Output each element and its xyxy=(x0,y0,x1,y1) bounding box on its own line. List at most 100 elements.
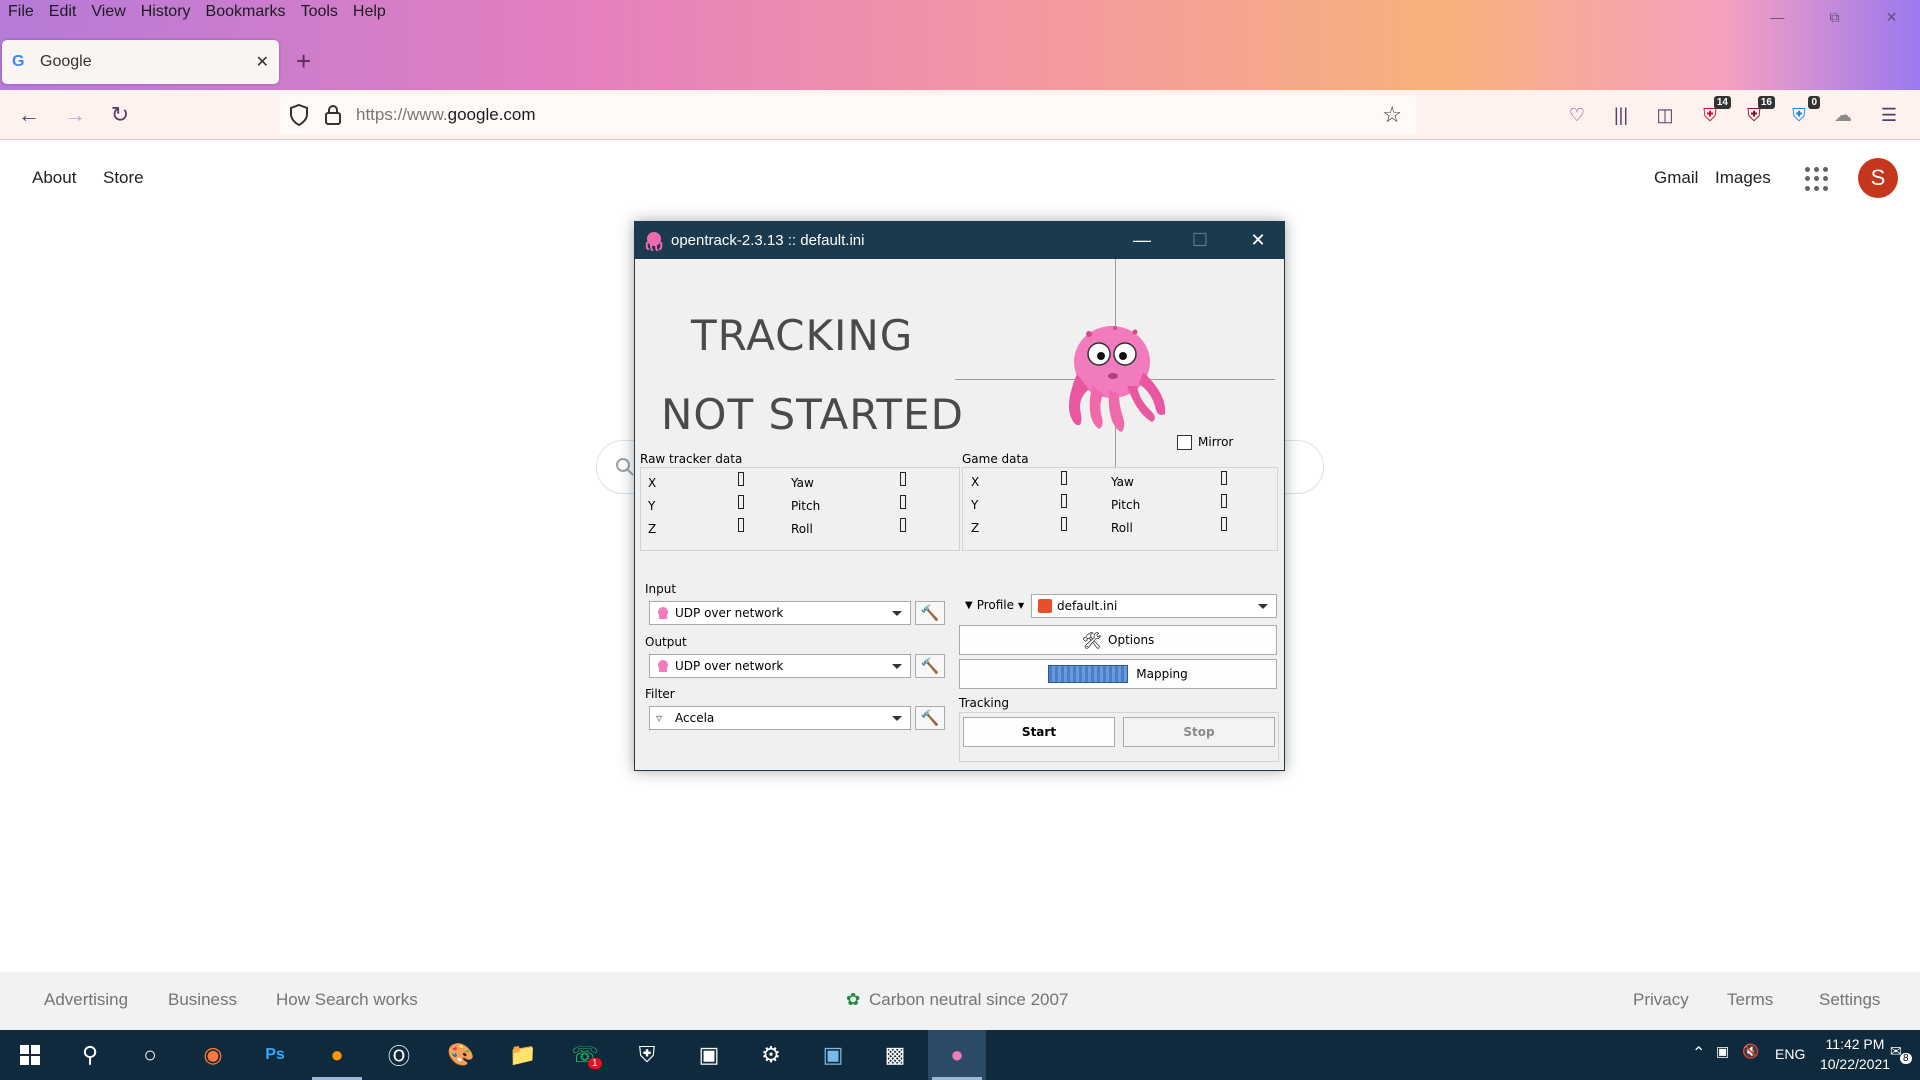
mapping-button[interactable]: Mapping xyxy=(959,659,1277,689)
app-n-icon[interactable]: Ⓞ xyxy=(370,1030,428,1080)
carbon-neutral-link[interactable]: Carbon neutral since 2007 xyxy=(869,990,1068,1010)
menu-edit[interactable]: Edit xyxy=(49,3,77,21)
store-link[interactable]: Store xyxy=(103,168,144,188)
settings-link[interactable]: Settings xyxy=(1819,990,1880,1010)
pocket-icon[interactable]: ♡ xyxy=(1564,102,1590,128)
close-icon[interactable]: ✕ xyxy=(1229,222,1287,259)
input-settings-button[interactable]: 🔨 xyxy=(915,601,945,625)
security-shield-icon[interactable]: ⛨ xyxy=(618,1030,676,1080)
minimize-icon[interactable]: — xyxy=(1749,0,1806,34)
extension-privacy-icon[interactable]: ⛨ 0 xyxy=(1786,96,1820,128)
filter-select[interactable]: ▿ Accela xyxy=(649,706,911,730)
extension-ublock-icon[interactable]: ⛨ 16 xyxy=(1741,96,1775,128)
sidebar-icon[interactable]: ◫ xyxy=(1652,102,1678,128)
menu-view[interactable]: View xyxy=(91,3,125,21)
terms-link[interactable]: Terms xyxy=(1727,990,1773,1010)
clock-date[interactable]: 10/22/2021 xyxy=(1818,1056,1892,1072)
language-indicator[interactable]: ENG xyxy=(1775,1046,1805,1062)
menu-history[interactable]: History xyxy=(141,3,191,21)
extension-shield-icon[interactable]: ⛨ 14 xyxy=(1697,96,1731,128)
raw-roll-label: Roll xyxy=(791,522,813,536)
reload-button[interactable]: ↻ xyxy=(105,100,135,130)
browser-titlebar: File Edit View History Bookmarks Tools H… xyxy=(0,0,1920,90)
notification-icon[interactable]: ✉ 8 xyxy=(1890,1043,1912,1064)
menu-tools[interactable]: Tools xyxy=(301,3,338,21)
business-link[interactable]: Business xyxy=(168,990,237,1010)
chevron-up-icon[interactable]: ⌃ xyxy=(1692,1043,1705,1063)
filter-settings-button[interactable]: 🔨 xyxy=(915,706,945,730)
terminal-icon[interactable]: ▩ xyxy=(866,1030,924,1080)
minimize-icon[interactable]: — xyxy=(1113,222,1171,259)
octopus-app-icon xyxy=(645,231,663,251)
input-select[interactable]: UDP over network xyxy=(649,601,911,625)
extension-badge: 0 xyxy=(1808,96,1820,109)
close-icon[interactable]: ✕ xyxy=(1863,0,1920,34)
hammer-icon: 🔨 xyxy=(920,657,940,675)
opentrack-title: opentrack-2.3.13 :: default.ini xyxy=(671,232,865,249)
forward-button[interactable]: → xyxy=(60,100,90,130)
minecraft-icon[interactable]: ▣ xyxy=(680,1030,738,1080)
privacy-link[interactable]: Privacy xyxy=(1633,990,1689,1010)
network-icon[interactable]: ▣ xyxy=(1716,1043,1729,1060)
paint-icon[interactable]: 🎨 xyxy=(432,1030,490,1080)
cortana-icon[interactable]: ○ xyxy=(121,1030,179,1080)
about-link[interactable]: About xyxy=(32,168,76,188)
tracking-label: Tracking xyxy=(959,696,1009,710)
game-y-value xyxy=(1061,494,1067,508)
gmail-link[interactable]: Gmail xyxy=(1654,168,1698,188)
notification-badge: 8 xyxy=(1900,1053,1912,1064)
tracking-protection-shield-icon[interactable] xyxy=(288,103,310,127)
start-button[interactable]: Start xyxy=(963,717,1115,747)
menu-bookmarks[interactable]: Bookmarks xyxy=(206,3,286,21)
raw-x-label: X xyxy=(648,476,657,490)
settings-gear-icon[interactable]: ⚙ xyxy=(742,1030,800,1080)
menu-help[interactable]: Help xyxy=(353,3,386,21)
game-pitch-value xyxy=(1221,494,1227,508)
profile-menu-button[interactable]: ▼ Profile ▼ xyxy=(965,598,1024,612)
hammer-icon: 🔨 xyxy=(920,604,940,622)
profile-select[interactable]: default.ini xyxy=(1031,594,1277,618)
volume-mute-icon[interactable]: 🔇 xyxy=(1742,1043,1759,1060)
whatsapp-icon[interactable]: ☏ 1 xyxy=(556,1030,614,1080)
profile-value: default.ini xyxy=(1057,599,1118,613)
advertising-link[interactable]: Advertising xyxy=(44,990,128,1010)
file-explorer-icon[interactable]: 📁 xyxy=(494,1030,552,1080)
back-button[interactable]: ← xyxy=(14,100,44,130)
windows-start-icon[interactable] xyxy=(1,1030,59,1080)
photoshop-icon[interactable]: Ps xyxy=(246,1030,304,1080)
extension-cloud-icon[interactable]: ☁ xyxy=(1830,102,1856,128)
mirror-checkbox[interactable] xyxy=(1177,435,1192,450)
stop-button[interactable]: Stop xyxy=(1123,717,1275,747)
menu-file[interactable]: File xyxy=(8,3,34,21)
tab-google[interactable]: G Google ✕ xyxy=(2,40,279,84)
mirror-label: Mirror xyxy=(1198,435,1234,449)
output-select[interactable]: UDP over network xyxy=(649,654,911,678)
profile-label: Profile xyxy=(976,598,1015,612)
tab-close-icon[interactable]: ✕ xyxy=(256,52,269,72)
options-button[interactable]: 🛠 Options xyxy=(959,625,1277,655)
app-compass-icon[interactable]: ◉ xyxy=(184,1030,242,1080)
navigation-toolbar: ← → ↻ https://www.google.com ☆ ♡ ||| ◫ ⛨… xyxy=(0,90,1920,140)
options-label: Options xyxy=(1108,633,1155,647)
clock-time[interactable]: 11:42 PM xyxy=(1820,1036,1890,1052)
firefox-icon[interactable]: ● xyxy=(308,1030,366,1080)
opentrack-taskbar-icon[interactable]: ● xyxy=(928,1030,986,1080)
lock-icon[interactable] xyxy=(324,103,342,127)
library-icon[interactable]: ||| xyxy=(1608,102,1634,128)
hamburger-menu-icon[interactable]: ☰ xyxy=(1876,102,1902,128)
bookmark-star-icon[interactable]: ☆ xyxy=(1382,102,1402,128)
restore-icon[interactable]: ⧉ xyxy=(1806,0,1863,34)
new-tab-button[interactable]: + xyxy=(296,48,311,74)
octopus-icon xyxy=(658,607,668,619)
game-data-group: X Y Z Yaw Pitch Roll xyxy=(962,467,1278,551)
control-panel-icon[interactable]: ▣ xyxy=(804,1030,862,1080)
images-link[interactable]: Images xyxy=(1715,168,1771,188)
url-bar[interactable]: https://www.google.com ☆ xyxy=(280,95,1416,135)
url-text[interactable]: https://www.google.com xyxy=(356,105,536,125)
maximize-icon[interactable]: ☐ xyxy=(1171,222,1229,259)
how-search-works-link[interactable]: How Search works xyxy=(276,990,418,1010)
google-apps-icon[interactable] xyxy=(1805,167,1829,191)
output-settings-button[interactable]: 🔨 xyxy=(915,654,945,678)
avatar[interactable]: S xyxy=(1858,158,1898,198)
search-icon[interactable]: ⚲ xyxy=(61,1030,119,1080)
